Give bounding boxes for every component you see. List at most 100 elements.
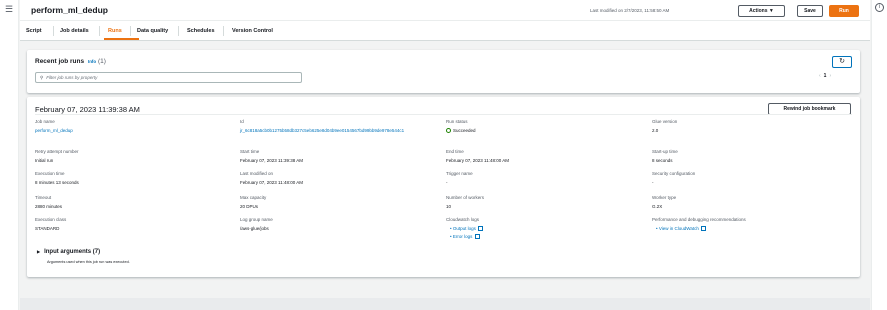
tab-data-quality[interactable]: Data quality	[137, 28, 168, 34]
view-in-cloudwatch-label: View in CloudWatch	[658, 226, 699, 231]
input-arguments-toggle[interactable]: ▶ Input arguments (7)	[37, 249, 100, 255]
job-tabs: Script Job details Runs Data quality Sch…	[20, 21, 870, 41]
trigger-name-value: -	[446, 180, 448, 185]
job-name-link[interactable]: perform_ml_dedup	[35, 128, 235, 134]
startup-time-value: 8 seconds	[652, 158, 673, 163]
active-tab-indicator	[104, 38, 139, 40]
field-worker-type: Worker type G.2X	[652, 195, 852, 210]
external-link-icon	[474, 234, 480, 239]
input-arguments-description: Arguments used when this job run was exe…	[47, 260, 130, 264]
field-end-time: End time February 07, 2023 11:48:00 AM	[446, 149, 646, 164]
tab-schedules[interactable]: Schedules	[187, 28, 215, 34]
job-header: perform_ml_dedup Last modified on 2/7/20…	[20, 0, 870, 21]
trigger-name-label: Trigger name	[446, 171, 473, 176]
tab-script[interactable]: Script	[26, 28, 42, 34]
last-modified-value: February 07, 2023 11:48:00 AM	[240, 180, 303, 185]
security-config-label: Security configuration	[652, 171, 696, 176]
run-button[interactable]: Run	[829, 5, 859, 17]
refresh-icon: ↻	[839, 58, 845, 65]
tab-divider	[130, 26, 131, 36]
performance-label: Performance and debugging recommendation…	[652, 217, 746, 222]
glue-version-value: 2.0	[652, 128, 659, 133]
job-title: perform_ml_dedup	[31, 5, 108, 15]
field-number-of-workers: Number of workers 10	[446, 195, 646, 210]
actions-button[interactable]: Actions ▼	[738, 5, 785, 17]
info-icon[interactable]: i	[875, 3, 884, 12]
worker-type-label: Worker type	[652, 195, 677, 200]
max-capacity-label: Max capacity	[240, 195, 267, 200]
field-log-group: Log group name /aws-glue/jobs	[240, 217, 440, 232]
next-page-icon[interactable]: ›	[829, 73, 831, 79]
refresh-button[interactable]: ↻	[832, 56, 852, 68]
output-logs-link[interactable]: • Output logs	[446, 226, 646, 232]
field-execution-time: Execution time 8 minutes 13 seconds	[35, 171, 235, 186]
view-in-cloudwatch-link[interactable]: • View in CloudWatch	[652, 226, 857, 232]
field-cloudwatch-logs: Cloudwatch logs • Output logs • Error lo…	[446, 217, 646, 240]
caret-right-icon: ▶	[37, 249, 41, 254]
field-retry: Retry attempt number Initial run	[35, 149, 235, 164]
end-time-value: February 07, 2023 11:48:00 AM	[446, 158, 509, 163]
run-date-title: February 07, 2023 11:39:38 AM	[35, 105, 140, 114]
field-trigger-name: Trigger name -	[446, 171, 646, 186]
number-of-workers-value: 10	[446, 204, 452, 209]
field-startup-time: Start-up time 8 seconds	[652, 149, 852, 164]
error-logs-label: Error logs	[452, 234, 473, 239]
number-of-workers-label: Number of workers	[446, 195, 485, 200]
execution-class-label: Execution class	[35, 217, 67, 222]
success-icon	[446, 128, 451, 133]
run-status-value: Succeeded	[453, 128, 476, 133]
run-status-label: Run status	[446, 119, 468, 124]
field-glue-version: Glue version 2.0	[652, 119, 852, 134]
tab-divider	[99, 26, 100, 36]
glue-version-label: Glue version	[652, 119, 678, 124]
output-logs-label: Output logs	[452, 226, 476, 231]
field-run-status: Run status Succeeded	[446, 119, 646, 134]
start-time-label: Start time	[240, 149, 260, 154]
run-id-link[interactable]: jr_6c818a5cb0b1275b58db327c5eb625e8d04b9…	[240, 128, 405, 134]
last-modified-label: Last modified on	[240, 171, 274, 176]
external-link-icon	[701, 226, 707, 231]
field-start-time: Start time February 07, 2023 11:39:38 AM	[240, 149, 440, 164]
execution-class-value: STANDARD	[35, 226, 60, 231]
field-execution-class: Execution class STANDARD	[35, 217, 235, 232]
recent-job-runs-title: Recent job runs Info (1)	[35, 58, 106, 65]
divider	[35, 114, 852, 115]
log-group-label: Log group name	[240, 217, 273, 222]
field-last-modified: Last modified on February 07, 2023 11:48…	[240, 171, 440, 186]
footer-bar	[20, 298, 870, 310]
worker-type-value: G.2X	[652, 204, 663, 209]
field-id: Id jr_6c818a5cb0b1275b58db327c5eb625e8d0…	[240, 119, 440, 134]
timeout-label: Timeout	[35, 195, 52, 200]
recent-job-runs-panel: Recent job runs Info (1) ↻ ⚲ Filter job r…	[27, 50, 860, 93]
filter-runs-input[interactable]: ⚲ Filter job runs by property	[35, 72, 302, 83]
startup-time-label: Start-up time	[652, 149, 678, 154]
tab-version-control[interactable]: Version Control	[232, 28, 273, 34]
run-details-panel: February 07, 2023 11:39:38 AM Rewind job…	[27, 97, 860, 277]
prev-page-icon[interactable]: ‹	[819, 73, 821, 79]
menu-icon[interactable]: ☰	[5, 5, 13, 14]
tab-divider	[53, 26, 54, 36]
tab-divider	[223, 26, 224, 36]
start-time-value: February 07, 2023 11:39:38 AM	[240, 158, 303, 163]
field-max-capacity: Max capacity 20 DPUs	[240, 195, 440, 210]
execution-time-label: Execution time	[35, 171, 65, 176]
error-logs-link[interactable]: • Error logs	[446, 234, 646, 240]
tab-runs[interactable]: Runs	[108, 28, 122, 34]
field-security-config: Security configuration -	[652, 171, 852, 186]
filter-placeholder: Filter job runs by property	[46, 75, 98, 80]
tab-job-details[interactable]: Job details	[60, 28, 89, 34]
info-link[interactable]: Info	[88, 59, 96, 64]
field-job-name: Job name perform_ml_dedup	[35, 119, 235, 134]
field-performance: Performance and debugging recommendation…	[652, 217, 857, 232]
max-capacity-value: 20 DPUs	[240, 204, 259, 209]
recent-job-runs-label: Recent job runs	[35, 58, 85, 65]
cloudwatch-logs-label: Cloudwatch logs	[446, 217, 480, 222]
left-nav-rail: ☰	[0, 0, 19, 310]
last-modified-text: Last modified on 2/7/2023, 11:58:50 AM	[590, 8, 670, 13]
search-icon: ⚲	[40, 75, 44, 80]
input-arguments-title: Input arguments (7)	[44, 249, 101, 255]
job-name-label: Job name	[35, 119, 55, 124]
timeout-value: 2880 minutes	[35, 204, 63, 209]
save-button[interactable]: Save	[797, 5, 823, 17]
current-page[interactable]: 1	[824, 73, 827, 79]
